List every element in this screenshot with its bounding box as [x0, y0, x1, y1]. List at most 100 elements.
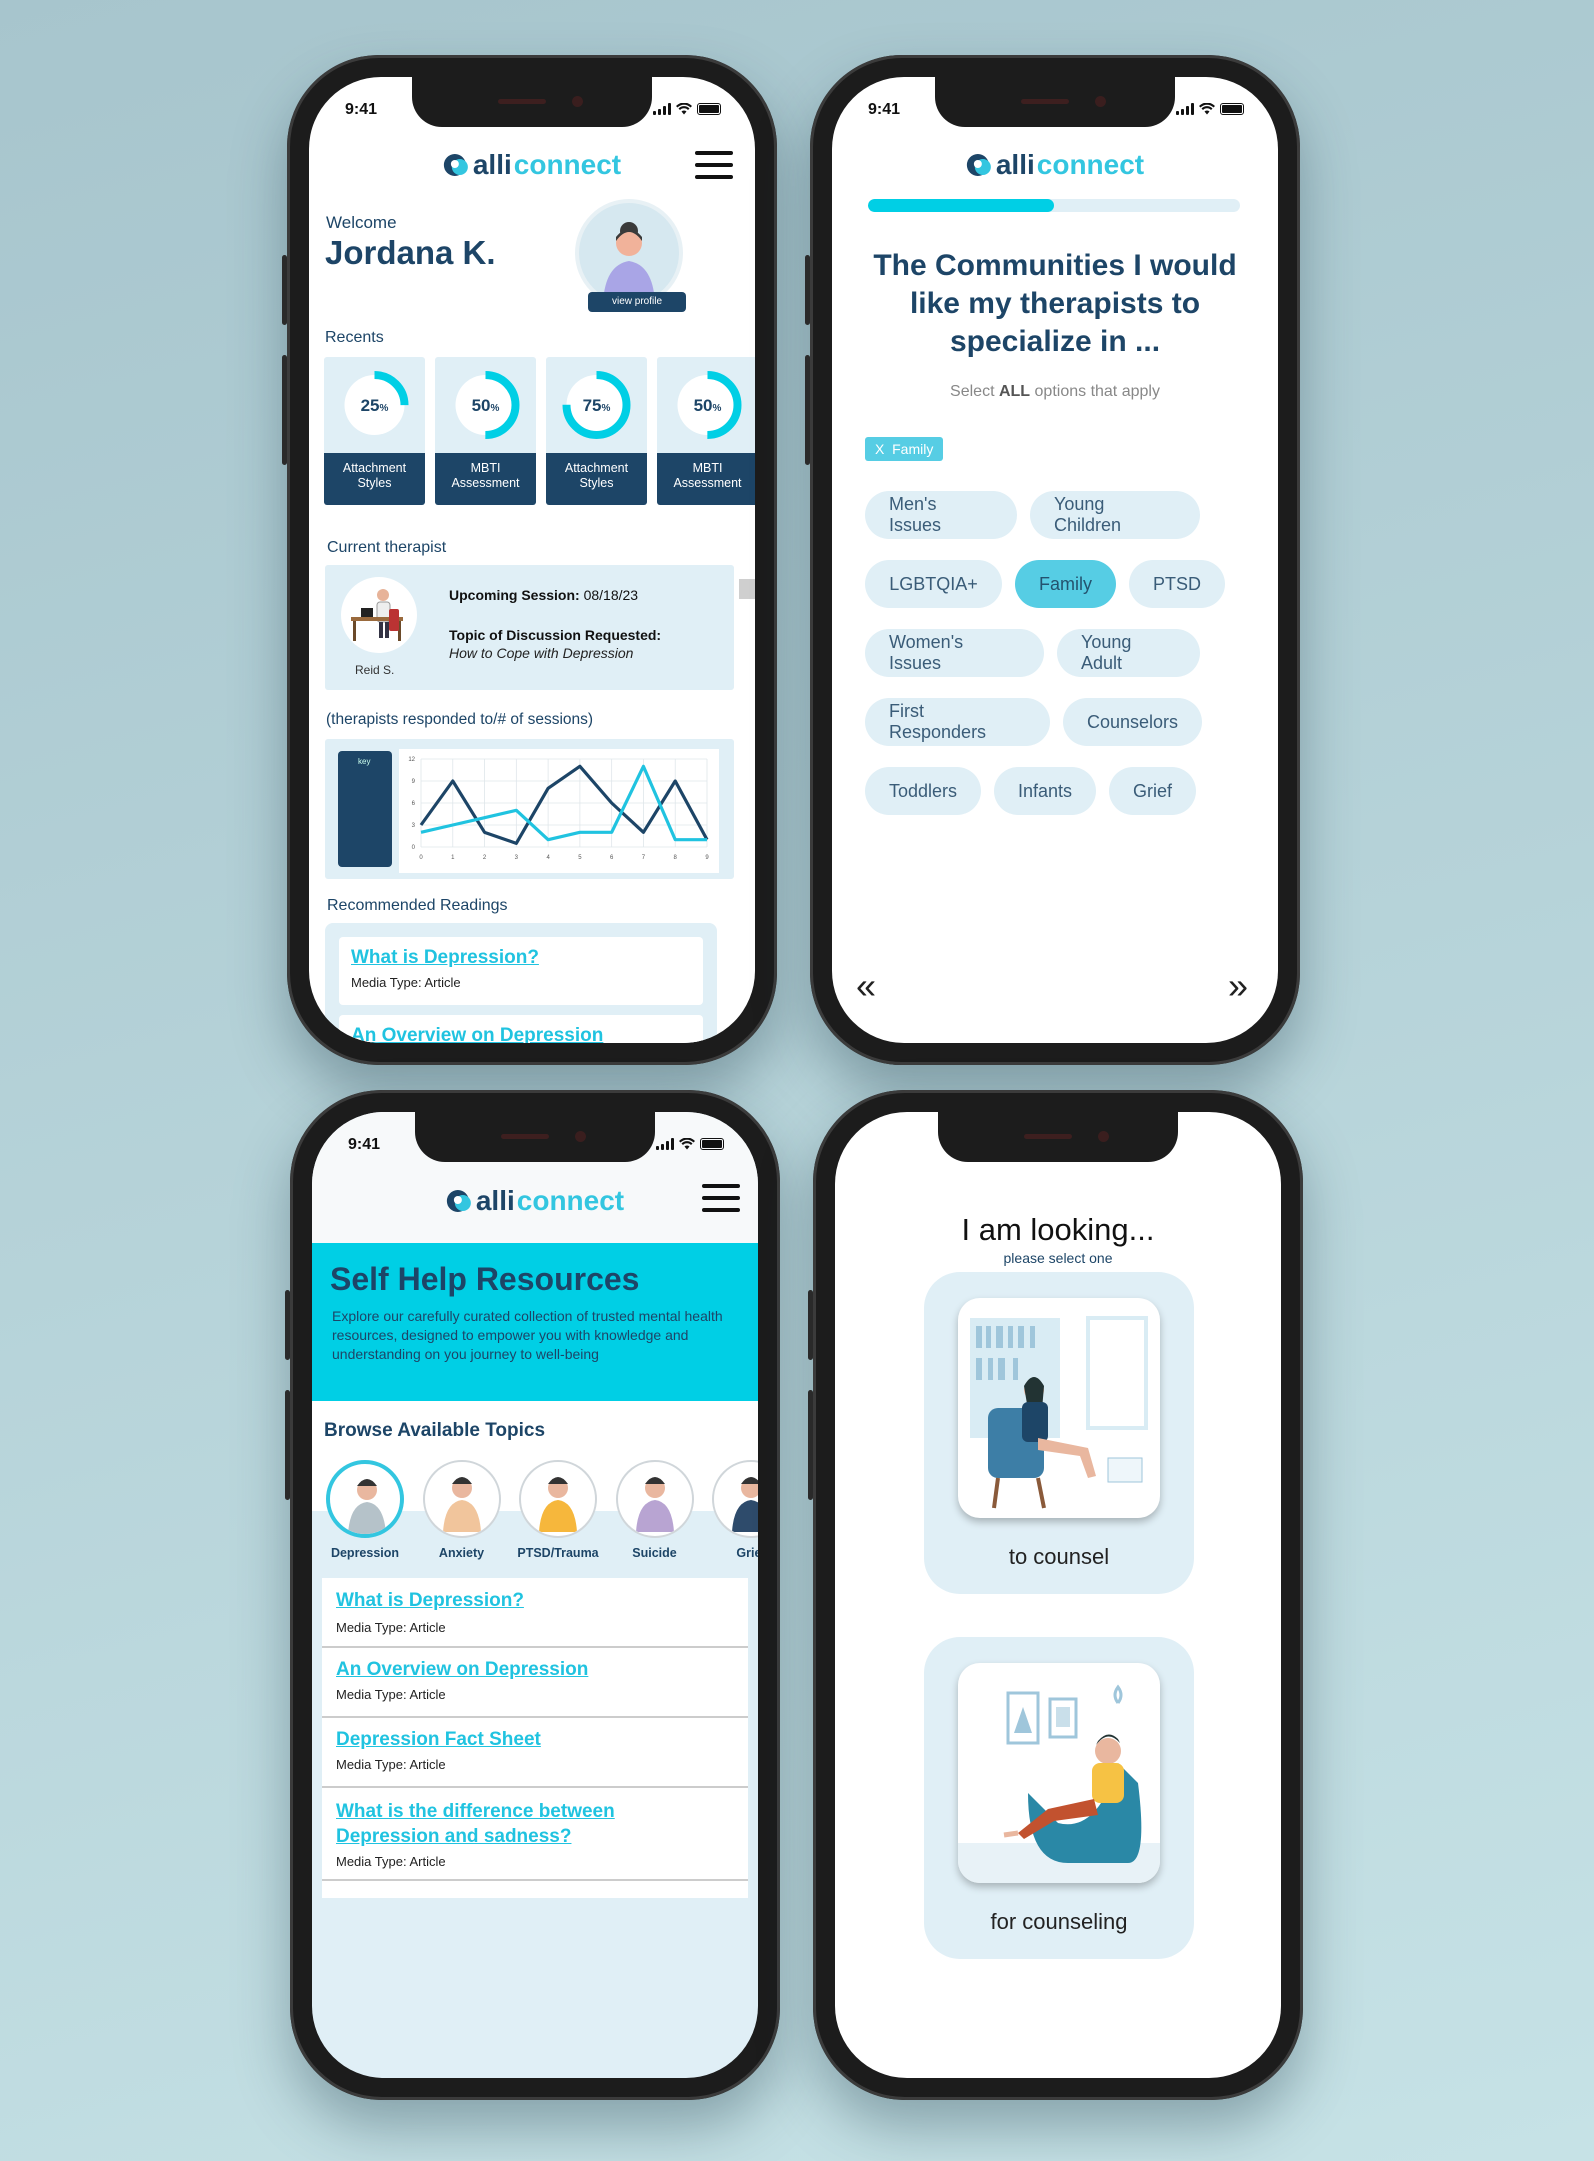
notch [415, 1112, 655, 1162]
topic-value: How to Cope with Depression [449, 645, 634, 661]
question-subtitle: Select ALL options that apply [832, 383, 1278, 401]
therapist-card[interactable]: Reid S. Upcoming Session: 08/18/23 Topic… [325, 565, 734, 690]
to-counsel-option[interactable]: to counsel [924, 1272, 1194, 1594]
next-button[interactable]: » [1228, 965, 1248, 1007]
article-item[interactable]: Depression Fact Sheet Media Type: Articl… [322, 1718, 748, 1788]
app-logo: alli connect [443, 149, 621, 181]
view-profile-button[interactable]: view profile [588, 292, 686, 312]
option-pill[interactable]: LGBTQIA+ [865, 560, 1002, 608]
option-pill[interactable]: Men's Issues [865, 491, 1017, 539]
recent-card-label: MBTI Assessment [657, 453, 755, 505]
therapist-avatar [341, 577, 417, 653]
subtitle-text: Select [950, 383, 999, 400]
option-pill[interactable]: PTSD [1129, 560, 1225, 608]
wifi-icon [679, 1138, 695, 1150]
option-pill[interactable]: Grief [1109, 767, 1196, 815]
progress-ring: 75% [562, 371, 631, 439]
notch [935, 77, 1175, 127]
logo-text-1: alli [472, 149, 512, 180]
reading-card[interactable]: What is Depression? Media Type: Article [339, 937, 703, 1005]
article-title[interactable]: What is Depression? [336, 1590, 524, 1612]
chart-key-label: key [358, 757, 371, 766]
option-pill[interactable]: Women's Issues [865, 629, 1044, 677]
reading-title[interactable]: An Overview on Depression [351, 1025, 603, 1043]
article-item[interactable]: An Overview on Depression Media Type: Ar… [322, 1648, 748, 1718]
phone-dashboard: 9:41 alli connect Welcome Jordana K. view… [282, 55, 777, 1065]
recent-card[interactable]: 50% MBTI Assessment [657, 357, 755, 505]
avatar[interactable] [575, 199, 683, 307]
battery-icon [697, 103, 721, 115]
topic-label: Suicide [632, 1546, 677, 1560]
user-name: Jordana K. [325, 234, 496, 271]
option-pill[interactable]: Young Adult [1057, 629, 1200, 677]
to-counsel-label: to counsel [1008, 1544, 1110, 1569]
scroll-handle[interactable] [739, 579, 755, 599]
chart-caption: (therapists responded to/# of sessions) [326, 711, 594, 728]
app-logo: alli connect [966, 149, 1144, 181]
remove-chip-icon[interactable]: X [875, 441, 884, 457]
option-pill[interactable]: Counselors [1063, 698, 1202, 746]
logo-icon [446, 1190, 471, 1212]
article-title[interactable]: An Overview on Depression [336, 1659, 588, 1681]
topic-depression[interactable] [326, 1460, 404, 1538]
battery-icon [700, 1138, 724, 1150]
for-counseling-label: for counseling [990, 1909, 1128, 1934]
client-illustration-icon [958, 1684, 1160, 1883]
recent-card[interactable]: 50% MBTI Assessment [435, 357, 536, 505]
phone-selfhelp: 9:41 alli connect Self Help Resources Exp… [285, 1090, 780, 2100]
topic-ptsd-trauma[interactable] [519, 1460, 597, 1538]
readings-label: Recommended Readings [327, 897, 508, 914]
hamburger-menu-icon[interactable] [695, 151, 733, 179]
signal-icon [1176, 103, 1194, 115]
topic-illustration-icon [635, 1477, 674, 1532]
topic-suicide[interactable] [615, 1460, 694, 1538]
prev-button[interactable]: « [856, 965, 876, 1007]
for-counseling-option[interactable]: for counseling [924, 1637, 1194, 1959]
article-item[interactable]: What is Depression? Media Type: Article [322, 1578, 748, 1648]
topic-anxiety[interactable] [422, 1460, 501, 1538]
session-line: Upcoming Session: 08/18/23 [449, 587, 638, 603]
reading-card[interactable]: An Overview on Depression [339, 1015, 703, 1043]
topic-illustration-icon [348, 1479, 386, 1534]
status-time: 9:41 [868, 101, 901, 118]
hero-banner: Self Help Resources Explore our carefull… [312, 1243, 758, 1401]
chip-label: Family [892, 441, 934, 457]
chart-key[interactable]: key [338, 751, 392, 867]
page-title: Self Help Resources [330, 1261, 640, 1297]
page-description: Explore our carefully curated collection… [332, 1308, 723, 1362]
looking-title: I am looking... [961, 1212, 1155, 1247]
signal-icon [656, 1138, 674, 1150]
line-chart: 0 1 2 3 4 5 6 7 8 9036912 [399, 749, 719, 873]
to-counsel-image [958, 1298, 1160, 1518]
logo-text-1: alli [475, 1185, 515, 1216]
browse-label: Browse Available Topics [324, 1420, 546, 1441]
option-pill[interactable]: Infants [994, 767, 1096, 815]
article-title[interactable]: What is the difference between Depressio… [336, 1799, 615, 1849]
looking-screen: I am looking... please select one to cou… [835, 1112, 1281, 2078]
topic-illustration-icon [539, 1477, 577, 1532]
reading-media: Media Type: Article [351, 975, 461, 990]
article-title[interactable]: Depression Fact Sheet [336, 1729, 541, 1751]
hamburger-menu-icon[interactable] [702, 1184, 740, 1212]
selfhelp-screen: 9:41 alli connect Self Help Resources Exp… [312, 1112, 758, 2078]
option-pill[interactable]: Family [1015, 560, 1116, 608]
recents-label: Recents [325, 329, 384, 346]
looking-subtitle: please select one [1003, 1250, 1113, 1266]
wifi-icon [676, 103, 692, 115]
recent-card[interactable]: 25% Attachment Styles [324, 357, 425, 505]
topic-illustration-icon [442, 1477, 481, 1532]
welcome-label: Welcome [326, 213, 397, 232]
progress-ring: 25% [340, 371, 409, 439]
article-item[interactable]: What is the difference between Depressio… [322, 1788, 748, 1881]
recent-card[interactable]: 75% Attachment Styles [546, 357, 647, 505]
status-time: 9:41 [345, 101, 378, 118]
avatar-illustration-icon [603, 222, 655, 303]
option-pill[interactable]: First Responders [865, 698, 1050, 746]
topic-label: Grief [736, 1546, 758, 1560]
option-pill[interactable]: Young Children [1030, 491, 1200, 539]
counselor-illustration-icon [970, 1316, 1148, 1509]
option-pill[interactable]: Toddlers [865, 767, 981, 815]
selected-chip[interactable]: X Family [865, 437, 944, 461]
reading-title[interactable]: What is Depression? [351, 947, 539, 969]
status-time: 9:41 [348, 1136, 381, 1153]
